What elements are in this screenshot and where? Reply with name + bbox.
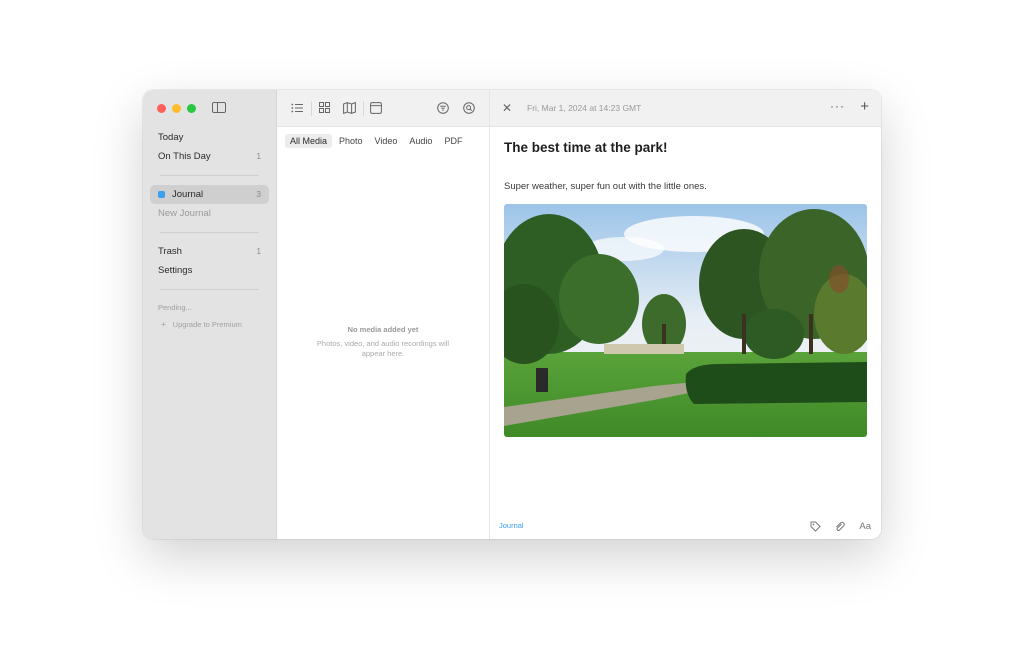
pending-status: Pending... xyxy=(158,303,192,312)
upgrade-premium-link[interactable]: + Upgrade to Premium xyxy=(150,316,269,333)
divider xyxy=(160,232,259,233)
divider xyxy=(363,101,364,116)
entry-body[interactable]: Super weather, super fun out with the li… xyxy=(504,181,707,192)
sidebar-item-count: 1 xyxy=(256,247,261,256)
divider xyxy=(160,289,259,290)
sidebar-item-label: Settings xyxy=(158,265,193,276)
divider xyxy=(311,101,312,116)
plus-icon: + xyxy=(161,320,166,329)
tab-photo[interactable]: Photo xyxy=(334,134,368,148)
journal-link[interactable]: Journal xyxy=(499,521,524,530)
map-icon[interactable] xyxy=(343,102,356,114)
journal-color-icon xyxy=(158,191,165,198)
sidebar-item-trash[interactable]: Trash 1 xyxy=(150,242,269,261)
tab-pdf[interactable]: PDF xyxy=(439,134,467,148)
minimize-window-button[interactable] xyxy=(172,104,181,113)
search-icon[interactable] xyxy=(463,102,475,114)
empty-state-subtitle: Photos, video, and audio recordings will… xyxy=(316,339,450,358)
tab-video[interactable]: Video xyxy=(370,134,403,148)
calendar-icon[interactable] xyxy=(370,102,382,114)
sidebar-item-journal[interactable]: Journal 3 xyxy=(150,185,269,204)
upgrade-label: Upgrade to Premium xyxy=(172,320,242,329)
plus-icon[interactable]: + xyxy=(860,98,869,115)
zoom-window-button[interactable] xyxy=(187,104,196,113)
tab-audio[interactable]: Audio xyxy=(404,134,437,148)
more-icon[interactable]: ··· xyxy=(830,99,845,113)
paperclip-icon[interactable] xyxy=(834,521,845,532)
media-toolbar xyxy=(277,90,489,127)
app-window: Today On This Day 1 Journal 3 New Journa… xyxy=(143,90,881,539)
media-panel: All Media Photo Video Audio PDF No media… xyxy=(277,90,490,539)
close-window-button[interactable] xyxy=(157,104,166,113)
sidebar-item-on-this-day[interactable]: On This Day 1 xyxy=(150,147,269,166)
media-tabs: All Media Photo Video Audio PDF xyxy=(285,134,467,148)
sidebar-item-label: On This Day xyxy=(158,151,211,162)
tab-all-media[interactable]: All Media xyxy=(285,134,333,148)
sidebar: Today On This Day 1 Journal 3 New Journa… xyxy=(143,90,277,539)
sidebar-toggle-icon[interactable] xyxy=(212,102,226,113)
filter-icon[interactable] xyxy=(437,102,449,114)
sidebar-item-today[interactable]: Today xyxy=(150,128,269,147)
sidebar-item-label: Trash xyxy=(158,246,182,257)
grid-icon[interactable] xyxy=(319,102,330,113)
sidebar-item-label: Today xyxy=(158,132,184,143)
sidebar-item-count: 3 xyxy=(256,190,261,199)
font-format-button[interactable]: Aa xyxy=(859,521,871,532)
editor-toolbar: ✕ Fri, Mar 1, 2024 at 14:23 GMT ··· + xyxy=(490,90,881,127)
divider xyxy=(160,175,259,176)
tag-icon[interactable] xyxy=(810,521,821,532)
park-photo-image xyxy=(504,204,867,437)
entry-title[interactable]: The best time at the park! xyxy=(504,140,668,155)
close-icon[interactable]: ✕ xyxy=(502,101,512,115)
park-photo[interactable] xyxy=(504,204,867,437)
entry-editor: ✕ Fri, Mar 1, 2024 at 14:23 GMT ··· + Th… xyxy=(490,90,881,539)
empty-state-title: No media added yet xyxy=(347,325,419,334)
sidebar-list: Today On This Day 1 Journal 3 New Journa… xyxy=(150,128,269,333)
sidebar-item-new-journal[interactable]: New Journal xyxy=(150,204,269,223)
sidebar-item-settings[interactable]: Settings xyxy=(150,261,269,280)
entry-date[interactable]: Fri, Mar 1, 2024 at 14:23 GMT xyxy=(527,103,641,113)
sidebar-item-count: 1 xyxy=(256,152,261,161)
window-controls xyxy=(157,104,196,113)
sidebar-item-label: New Journal xyxy=(158,208,211,219)
list-icon[interactable] xyxy=(291,102,304,114)
sidebar-item-label: Journal xyxy=(172,189,204,200)
